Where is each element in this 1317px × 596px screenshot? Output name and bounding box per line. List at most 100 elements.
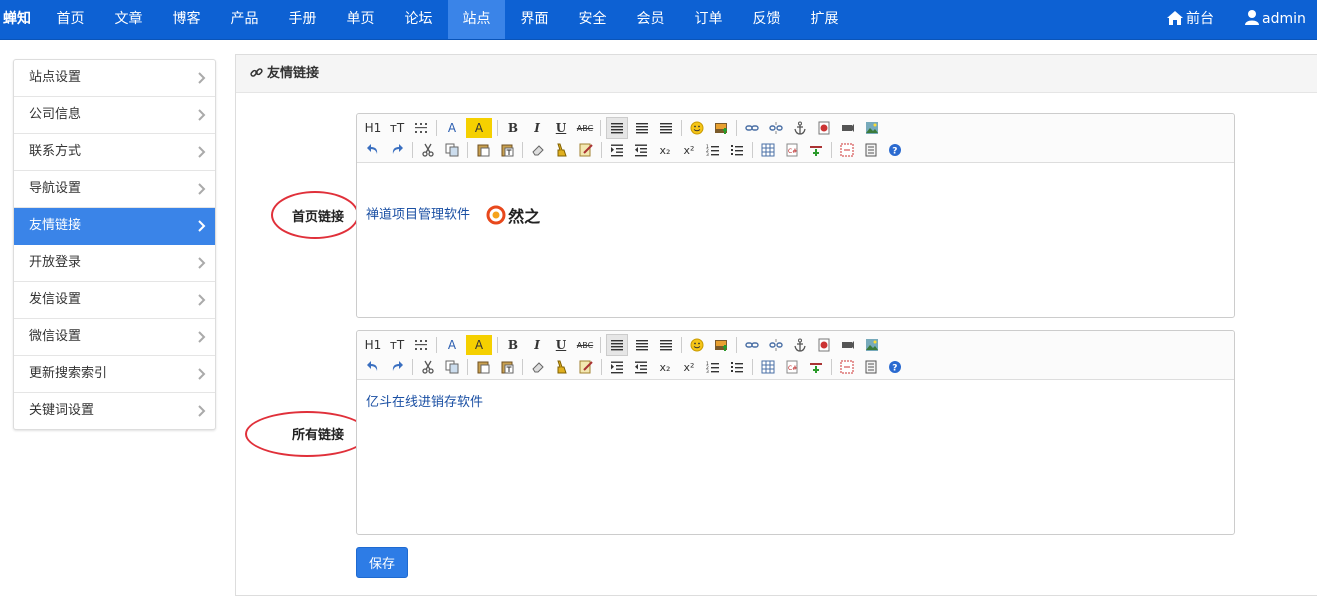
frontend-link[interactable]: 前台 <box>1167 0 1214 39</box>
link-button[interactable] <box>742 118 762 138</box>
sidebar-item-5[interactable]: 开放登录 <box>14 245 215 282</box>
nav-item-3[interactable]: 产品 <box>216 0 273 39</box>
media-button[interactable] <box>838 118 858 138</box>
home-link-text[interactable]: 禅道项目管理软件 <box>366 208 470 223</box>
template-button[interactable] <box>861 357 881 377</box>
sidebar-item-8[interactable]: 更新搜索索引 <box>14 356 215 393</box>
eraser-button[interactable] <box>528 140 548 160</box>
eraser-button[interactable] <box>528 357 548 377</box>
emoji-button[interactable] <box>687 118 707 138</box>
flash-button[interactable] <box>814 335 834 355</box>
redo-button[interactable] <box>387 357 407 377</box>
save-button[interactable]: 保存 <box>356 547 408 578</box>
outdent-button[interactable] <box>631 357 651 377</box>
bold-button[interactable]: B <box>503 118 523 138</box>
emoji-button[interactable] <box>687 335 707 355</box>
nav-item-0[interactable]: 首页 <box>42 0 99 39</box>
cut-button[interactable] <box>418 140 438 160</box>
clear-format-button[interactable] <box>552 357 572 377</box>
nav-item-5[interactable]: 单页 <box>332 0 389 39</box>
code-button[interactable]: C# <box>782 357 802 377</box>
unlink-button[interactable] <box>766 118 786 138</box>
sidebar-item-2[interactable]: 联系方式 <box>14 134 215 171</box>
media-button[interactable] <box>838 335 858 355</box>
paste-text-button[interactable] <box>497 140 517 160</box>
insert-image-button[interactable] <box>711 118 731 138</box>
ordered-list-button[interactable]: 123 <box>703 357 723 377</box>
sidebar-item-9[interactable]: 关键词设置 <box>14 393 215 429</box>
subscript-button[interactable]: x₂ <box>655 140 675 160</box>
nav-item-1[interactable]: 文章 <box>100 0 157 39</box>
all-links-editor[interactable]: H1 тT A A B I U ABC x₂ x² 1 2 3 C#? 亿斗在线进销存软件 <box>356 330 1235 535</box>
sidebar-item-1[interactable]: 公司信息 <box>14 97 215 134</box>
all-link-text[interactable]: 亿斗在线进销存软件 <box>366 395 483 410</box>
nav-item-13[interactable]: 扩展 <box>796 0 853 39</box>
italic-button[interactable]: I <box>527 118 547 138</box>
nav-item-4[interactable]: 手册 <box>274 0 331 39</box>
template-button[interactable] <box>861 140 881 160</box>
paste-text-button[interactable] <box>497 357 517 377</box>
cut-button[interactable] <box>418 357 438 377</box>
clear-format-button[interactable] <box>552 140 572 160</box>
pagebreak-button[interactable] <box>837 357 857 377</box>
align-left-button[interactable] <box>606 117 628 139</box>
align-right-button[interactable] <box>656 118 676 138</box>
editor-content[interactable]: 亿斗在线进销存软件 <box>357 380 1234 422</box>
superscript-button[interactable]: x² <box>679 140 699 160</box>
nav-item-6[interactable]: 论坛 <box>390 0 447 39</box>
outdent-button[interactable] <box>631 140 651 160</box>
editor-content[interactable]: 禅道项目管理软件 然之 <box>357 163 1234 239</box>
unlink-button[interactable] <box>766 335 786 355</box>
table-grid-button[interactable] <box>411 335 431 355</box>
ordered-list-button[interactable]: 123 <box>703 140 723 160</box>
font-color-button[interactable]: A <box>442 118 462 138</box>
indent-button[interactable] <box>607 357 627 377</box>
user-menu[interactable]: admin <box>1245 0 1317 59</box>
superscript-button[interactable]: x² <box>679 357 699 377</box>
format-painter-button[interactable] <box>576 357 596 377</box>
italic-button[interactable]: I <box>527 335 547 355</box>
home-links-editor[interactable]: H1 тT A A B I U ABC x₂ x² 1 2 3 C#? 禅道项目管理软件 然之 <box>356 113 1235 318</box>
anchor-button[interactable] <box>790 118 810 138</box>
sidebar-item-0[interactable]: 站点设置 <box>14 60 215 97</box>
link-button[interactable] <box>742 335 762 355</box>
table-button[interactable] <box>758 357 778 377</box>
undo-button[interactable] <box>363 140 383 160</box>
nav-item-7[interactable]: 站点 <box>448 0 505 39</box>
anchor-button[interactable] <box>790 335 810 355</box>
insert-image-button[interactable] <box>711 335 731 355</box>
subscript-button[interactable]: x₂ <box>655 357 675 377</box>
table-grid-button[interactable] <box>411 118 431 138</box>
font-color-button[interactable]: A <box>442 335 462 355</box>
heading-button[interactable]: H1 <box>363 335 383 355</box>
paste-button[interactable] <box>473 357 493 377</box>
undo-button[interactable] <box>363 357 383 377</box>
sidebar-item-7[interactable]: 微信设置 <box>14 319 215 356</box>
bg-color-button[interactable]: A <box>466 118 492 138</box>
sidebar-item-3[interactable]: 导航设置 <box>14 171 215 208</box>
strike-button[interactable]: ABC <box>575 118 595 138</box>
help-button[interactable]: ? <box>885 140 905 160</box>
redo-button[interactable] <box>387 140 407 160</box>
flash-button[interactable] <box>814 118 834 138</box>
hr-button[interactable] <box>806 140 826 160</box>
nav-item-11[interactable]: 订单 <box>680 0 737 39</box>
picture-button[interactable] <box>862 335 882 355</box>
unordered-list-button[interactable] <box>727 357 747 377</box>
indent-button[interactable] <box>607 140 627 160</box>
nav-item-10[interactable]: 会员 <box>622 0 679 39</box>
nav-item-8[interactable]: 界面 <box>506 0 563 39</box>
sidebar-item-4[interactable]: 友情链接 <box>14 208 215 245</box>
hr-button[interactable] <box>806 357 826 377</box>
align-center-button[interactable] <box>632 118 652 138</box>
align-right-button[interactable] <box>656 335 676 355</box>
sidebar-item-6[interactable]: 发信设置 <box>14 282 215 319</box>
bold-button[interactable]: B <box>503 335 523 355</box>
copy-button[interactable] <box>442 140 462 160</box>
nav-item-2[interactable]: 博客 <box>158 0 215 39</box>
paste-button[interactable] <box>473 140 493 160</box>
underline-button[interactable]: U <box>551 118 571 138</box>
picture-button[interactable] <box>862 118 882 138</box>
code-button[interactable]: C# <box>782 140 802 160</box>
heading-button[interactable]: H1 <box>363 118 383 138</box>
